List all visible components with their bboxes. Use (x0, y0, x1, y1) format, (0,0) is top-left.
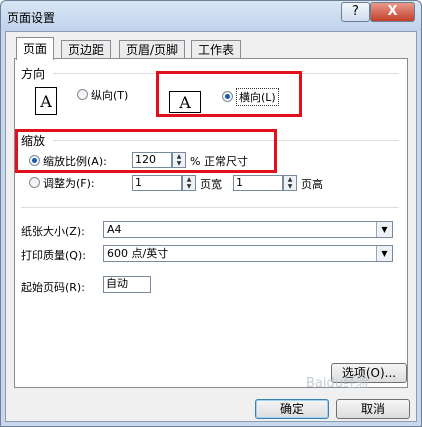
first-page-number-label: 起始页码(R): (21, 281, 85, 294)
paper-size-value: A4 (107, 223, 122, 236)
portrait-page-icon: A (35, 87, 57, 115)
cancel-button[interactable]: 取消 (336, 399, 410, 419)
tab-panel-page: 方向 A 纵向(T) A 横向(L) 缩放 缩放比例(A): 120 ▲ ▼ % … (14, 58, 408, 388)
ok-button[interactable]: 确定 (255, 399, 329, 419)
fit-tall-spinner[interactable]: ▲ ▼ (283, 175, 297, 191)
fit-wide-spinner[interactable]: ▲ ▼ (182, 175, 196, 191)
paper-size-select[interactable]: A4 ▼ (103, 221, 393, 238)
first-page-number-input[interactable]: 自动 (103, 276, 151, 293)
print-quality-value: 600 点/英寸 (107, 247, 169, 260)
fit-to-label[interactable]: 调整为(F): (43, 175, 95, 191)
dialog-client-area: 页面 页边距 页眉/页脚 工作表 方向 A 纵向(T) A 横向(L) 缩放 缩… (5, 31, 417, 422)
fit-tall-input[interactable]: 1 (233, 175, 283, 191)
fit-wide-suffix: 页宽 (200, 178, 222, 191)
dialog-title: 页面设置 (7, 11, 56, 25)
highlight-scaling (15, 129, 277, 173)
print-quality-dropdown-icon[interactable]: ▼ (376, 246, 392, 261)
watermark: Baidu经验 (306, 376, 369, 391)
fit-to-radio[interactable] (29, 177, 40, 188)
fit-wide-input[interactable]: 1 (132, 175, 182, 191)
page-setup-dialog: 页面设置 ? X 页面 页边距 页眉/页脚 工作表 方向 A 纵向(T) A 横… (0, 0, 422, 427)
help-button[interactable]: ? (341, 2, 370, 22)
tab-page[interactable]: 页面 (16, 37, 55, 60)
print-quality-label: 打印质量(Q): (21, 249, 86, 262)
orientation-section-title: 方向 (21, 67, 46, 81)
close-button[interactable]: X (370, 2, 415, 22)
tab-margins[interactable]: 页边距 (61, 40, 112, 59)
paper-size-dropdown-icon[interactable]: ▼ (376, 222, 392, 237)
portrait-radio[interactable] (77, 89, 88, 100)
print-quality-select[interactable]: 600 点/英寸 ▼ (103, 245, 393, 262)
fit-tall-suffix: 页高 (301, 178, 323, 191)
highlight-landscape (156, 71, 302, 117)
tab-header-footer[interactable]: 页眉/页脚 (119, 40, 186, 59)
paper-size-label: 纸张大小(Z): (21, 225, 85, 238)
paper-divider (21, 207, 399, 208)
title-bar[interactable]: 页面设置 ? X (1, 1, 421, 31)
tab-sheet[interactable]: 工作表 (191, 40, 242, 59)
portrait-label[interactable]: 纵向(T) (91, 87, 128, 103)
